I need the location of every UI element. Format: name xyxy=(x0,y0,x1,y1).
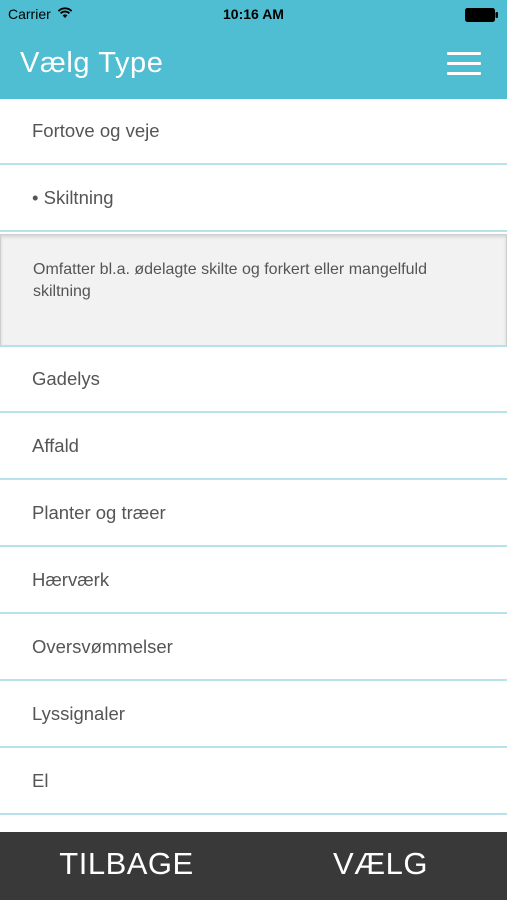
list-item-el[interactable]: El xyxy=(0,749,507,815)
description-panel: Omfatter bl.a. ødelagte skilte og forker… xyxy=(0,234,507,347)
list-item-affald[interactable]: Affald xyxy=(0,414,507,480)
list-item-label: Affald xyxy=(32,435,79,456)
footer-bar: TILBAGE VÆLG xyxy=(0,832,507,900)
list-item-skiltning[interactable]: • Skiltning xyxy=(0,166,507,232)
list-item-planter-og-traeer[interactable]: Planter og træer xyxy=(0,481,507,547)
choose-button[interactable]: VÆLG xyxy=(254,832,507,900)
list-item-oversvoemmelser[interactable]: Oversvømmelser xyxy=(0,615,507,681)
list-item-gadelys[interactable]: Gadelys xyxy=(0,347,507,413)
status-bar: Carrier 10:16 AM xyxy=(0,0,507,30)
list-item-lyssignaler[interactable]: Lyssignaler xyxy=(0,682,507,748)
list-item-label: Oversvømmelser xyxy=(32,636,173,657)
battery-icon xyxy=(465,8,499,22)
list-item-label: El xyxy=(32,770,49,791)
list-item-label: • Skiltning xyxy=(32,187,114,208)
list-item-label: Hærværk xyxy=(32,569,110,590)
status-time: 10:16 AM xyxy=(223,6,284,22)
type-list: Fortove og veje • Skiltning Omfatter bl.… xyxy=(0,99,507,832)
list-item-haervaerk[interactable]: Hærværk xyxy=(0,548,507,614)
list-item-label: Fortove og veje xyxy=(32,120,160,141)
page-title: Vælg Type xyxy=(20,47,164,79)
hamburger-menu-icon[interactable] xyxy=(447,52,483,78)
back-button[interactable]: TILBAGE xyxy=(0,832,253,900)
description-text: Omfatter bl.a. ødelagte skilte og forker… xyxy=(33,261,427,300)
app-header: Vælg Type xyxy=(0,30,507,99)
list-item-label: Lyssignaler xyxy=(32,703,125,724)
list-item-fortove-og-veje[interactable]: Fortove og veje xyxy=(0,99,507,165)
list-item-label: Planter og træer xyxy=(32,502,166,523)
list-item-label: Gadelys xyxy=(32,368,100,389)
